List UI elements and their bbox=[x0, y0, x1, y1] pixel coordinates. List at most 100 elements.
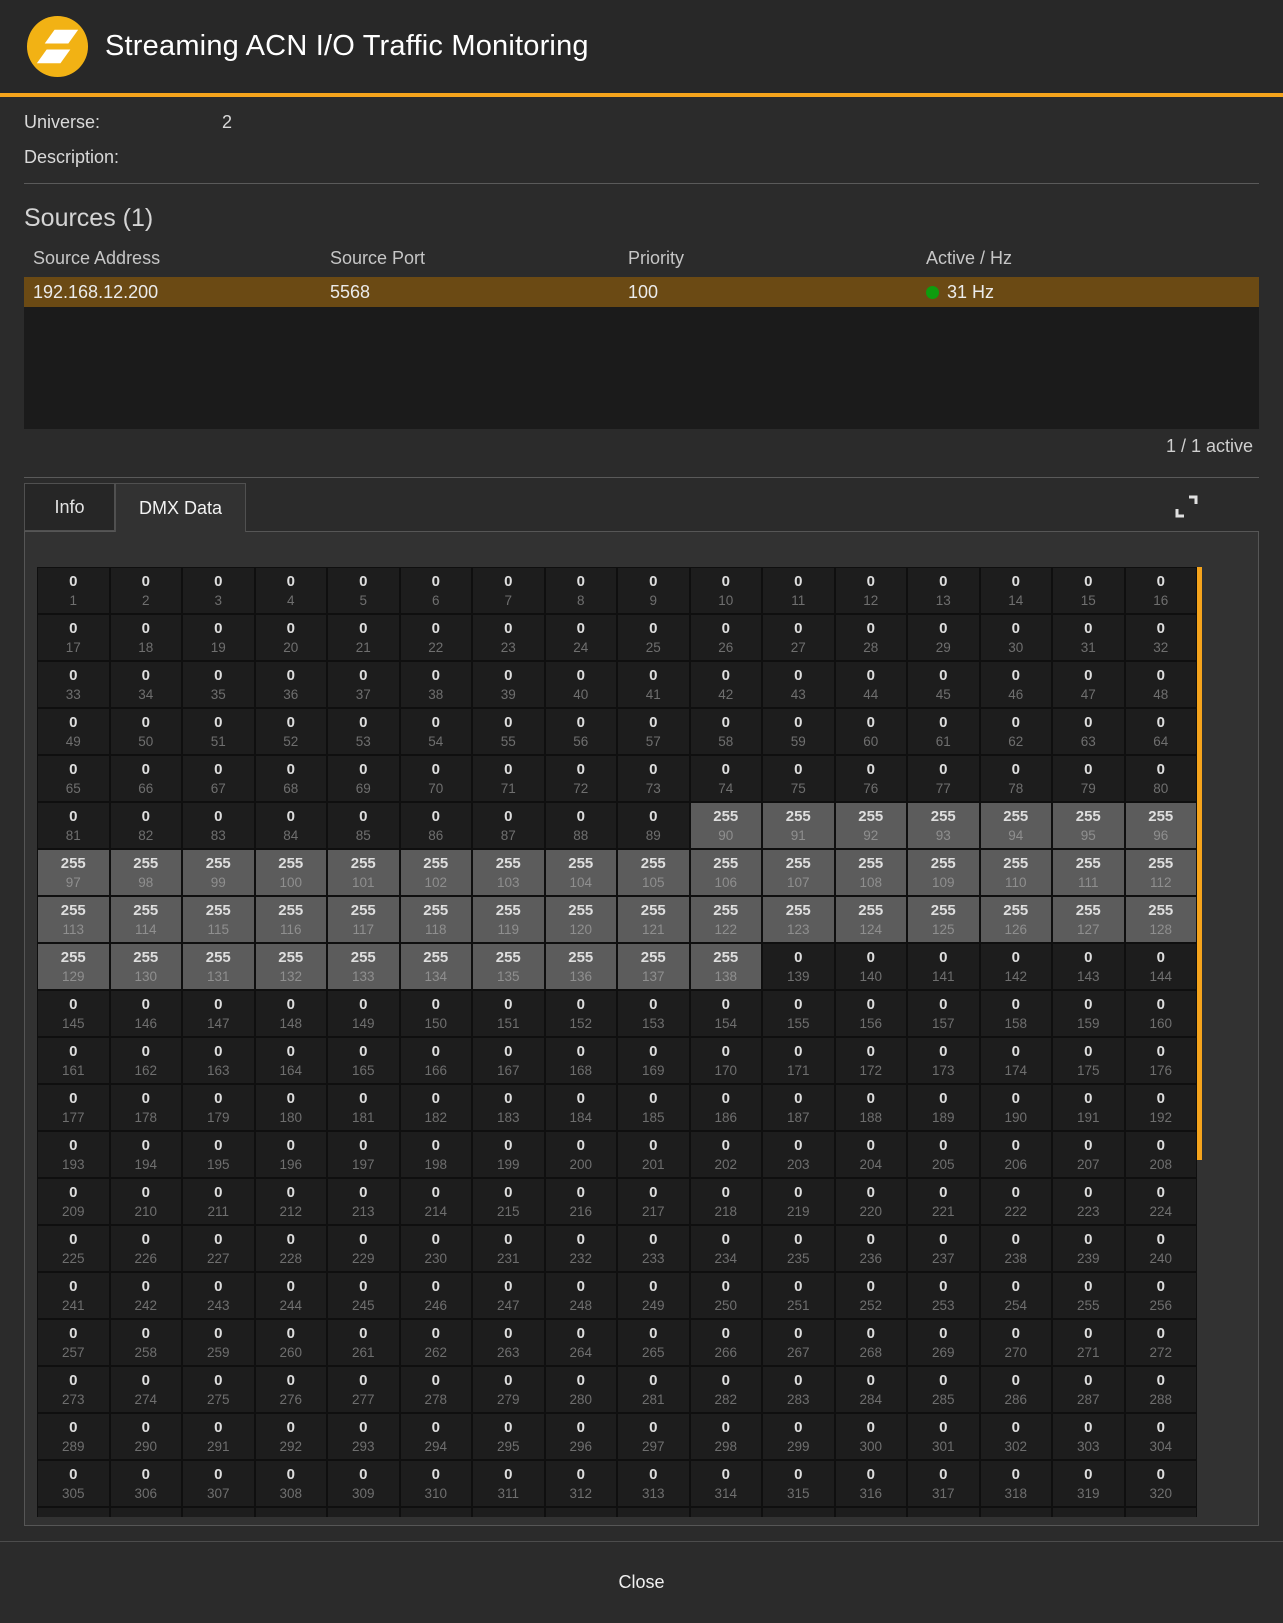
dmx-cell: 0 280 bbox=[545, 1367, 616, 1412]
dmx-cell: 0 246 bbox=[400, 1273, 471, 1318]
description-label: Description: bbox=[24, 147, 120, 167]
dmx-cell: 0 158 bbox=[980, 991, 1051, 1036]
dmx-cell: 0 313 bbox=[618, 1461, 689, 1506]
dmx-cell: 0 187 bbox=[763, 1085, 834, 1130]
dmx-cell: 0 24 bbox=[545, 615, 616, 660]
dmx-cell: 255 94 bbox=[980, 803, 1051, 848]
sources-table-body: 192.168.12.200 5568 100 31 Hz bbox=[24, 277, 1259, 429]
dmx-cell: 0 63 bbox=[1053, 709, 1124, 754]
dmx-cell: 0 76 bbox=[835, 756, 906, 801]
dmx-cell: 255 100 bbox=[255, 850, 326, 895]
source-port-cell: 5568 bbox=[330, 282, 371, 302]
dmx-cell: 0 174 bbox=[980, 1038, 1051, 1083]
dmx-cell: 0 226 bbox=[110, 1226, 181, 1271]
dmx-cell: 09 bbox=[618, 568, 689, 613]
dmx-cell: 255 108 bbox=[835, 850, 906, 895]
dmx-cell: 0 263 bbox=[473, 1320, 544, 1365]
dmx-cell: 01 bbox=[38, 568, 109, 613]
dmx-cell: 0 142 bbox=[980, 944, 1051, 989]
dmx-cell: 0 166 bbox=[400, 1038, 471, 1083]
expand-button[interactable] bbox=[1170, 490, 1202, 522]
dmx-cell: 0 214 bbox=[400, 1179, 471, 1224]
dmx-cell: 0 22 bbox=[400, 615, 471, 660]
dmx-cell: 0 242 bbox=[110, 1273, 181, 1318]
tab-info[interactable]: Info bbox=[24, 483, 115, 531]
dmx-cell: 0 54 bbox=[400, 709, 471, 754]
dmx-cell: 0 221 bbox=[908, 1179, 979, 1224]
dmx-cell: 0 147 bbox=[183, 991, 254, 1036]
dmx-cell: 0 293 bbox=[328, 1414, 399, 1459]
dmx-cell-partial bbox=[328, 1508, 399, 1517]
dmx-cell: 255 137 bbox=[618, 944, 689, 989]
dmx-cell: 0 169 bbox=[618, 1038, 689, 1083]
dmx-cell-partial bbox=[763, 1508, 834, 1517]
dmx-cell: 0 233 bbox=[618, 1226, 689, 1271]
dmx-cell: 0 224 bbox=[1125, 1179, 1196, 1224]
dmx-cell: 255 114 bbox=[110, 897, 181, 942]
sources-summary: 1 / 1 active bbox=[1165, 436, 1253, 456]
dmx-cell: 0 268 bbox=[835, 1320, 906, 1365]
dmx-cell: 255 134 bbox=[400, 944, 471, 989]
dmx-cell: 0 44 bbox=[835, 662, 906, 707]
dmx-cell: 255 135 bbox=[473, 944, 544, 989]
dmx-cell: 0 265 bbox=[618, 1320, 689, 1365]
column-header-source-port: Source Port bbox=[330, 248, 426, 268]
dmx-cell: 0 164 bbox=[255, 1038, 326, 1083]
dmx-cell: 0 194 bbox=[110, 1132, 181, 1177]
dmx-cell: 255 138 bbox=[690, 944, 761, 989]
dmx-cell: 0 65 bbox=[38, 756, 109, 801]
dmx-cell: 0 86 bbox=[400, 803, 471, 848]
dmx-cell: 0 190 bbox=[980, 1085, 1051, 1130]
dmx-cell: 0 175 bbox=[1053, 1038, 1124, 1083]
dmx-cell: 0 46 bbox=[980, 662, 1051, 707]
dmx-cell: 0 167 bbox=[473, 1038, 544, 1083]
dmx-cell: 0 248 bbox=[545, 1273, 616, 1318]
dmx-cell: 0 277 bbox=[328, 1367, 399, 1412]
dmx-cell: 0 228 bbox=[255, 1226, 326, 1271]
dmx-cell: 255 98 bbox=[110, 850, 181, 895]
dmx-cell: 0 78 bbox=[980, 756, 1051, 801]
source-rate-value: 31 Hz bbox=[947, 282, 995, 302]
dmx-cell: 0 179 bbox=[183, 1085, 254, 1130]
dmx-cell: 0 264 bbox=[545, 1320, 616, 1365]
dmx-cell: 0 159 bbox=[1053, 991, 1124, 1036]
dmx-cell: 0 52 bbox=[255, 709, 326, 754]
dmx-cell: 255 102 bbox=[400, 850, 471, 895]
close-button[interactable]: Close bbox=[0, 1542, 1283, 1623]
dmx-cell: 0 198 bbox=[400, 1132, 471, 1177]
universe-label: Universe: bbox=[24, 112, 101, 132]
vertical-scrollbar-thumb[interactable] bbox=[1197, 567, 1202, 1160]
dmx-cell: 255 104 bbox=[545, 850, 616, 895]
dmx-cell: 0 55 bbox=[473, 709, 544, 754]
dmx-cell: 0 237 bbox=[908, 1226, 979, 1271]
dmx-cell: 0 148 bbox=[255, 991, 326, 1036]
dmx-cell: 0 249 bbox=[618, 1273, 689, 1318]
dmx-cell: 0 291 bbox=[183, 1414, 254, 1459]
dmx-cell: 255 112 bbox=[1125, 850, 1196, 895]
dmx-cell: 255 116 bbox=[255, 897, 326, 942]
source-address-cell: 192.168.12.200 bbox=[33, 282, 159, 302]
dmx-cell-partial bbox=[400, 1508, 471, 1517]
dmx-cell: 0 84 bbox=[255, 803, 326, 848]
dmx-cell: 0 72 bbox=[545, 756, 616, 801]
dmx-cell: 0 47 bbox=[1053, 662, 1124, 707]
dmx-cell: 0 303 bbox=[1053, 1414, 1124, 1459]
dmx-cell: 0 56 bbox=[545, 709, 616, 754]
dmx-cell: 0 32 bbox=[1125, 615, 1196, 660]
source-row[interactable]: 192.168.12.200 5568 100 31 Hz bbox=[24, 277, 1259, 307]
dmx-cell: 0 230 bbox=[400, 1226, 471, 1271]
dmx-cell: 0 308 bbox=[255, 1461, 326, 1506]
dmx-cell: 255 91 bbox=[763, 803, 834, 848]
dmx-cell: 0 28 bbox=[835, 615, 906, 660]
dmx-cell: 0 71 bbox=[473, 756, 544, 801]
dmx-cell: 0 182 bbox=[400, 1085, 471, 1130]
dmx-cell: 0 301 bbox=[908, 1414, 979, 1459]
dmx-cell: 0 202 bbox=[690, 1132, 761, 1177]
dmx-cell: 0 229 bbox=[328, 1226, 399, 1271]
dmx-cell: 0 258 bbox=[110, 1320, 181, 1365]
dmx-cell: 255 101 bbox=[328, 850, 399, 895]
dmx-cell: 06 bbox=[400, 568, 471, 613]
dmx-cell: 0 212 bbox=[255, 1179, 326, 1224]
tab-dmx-data[interactable]: DMX Data bbox=[115, 483, 246, 532]
sources-table-header: Source Address Source Port Priority Acti… bbox=[24, 248, 1259, 274]
